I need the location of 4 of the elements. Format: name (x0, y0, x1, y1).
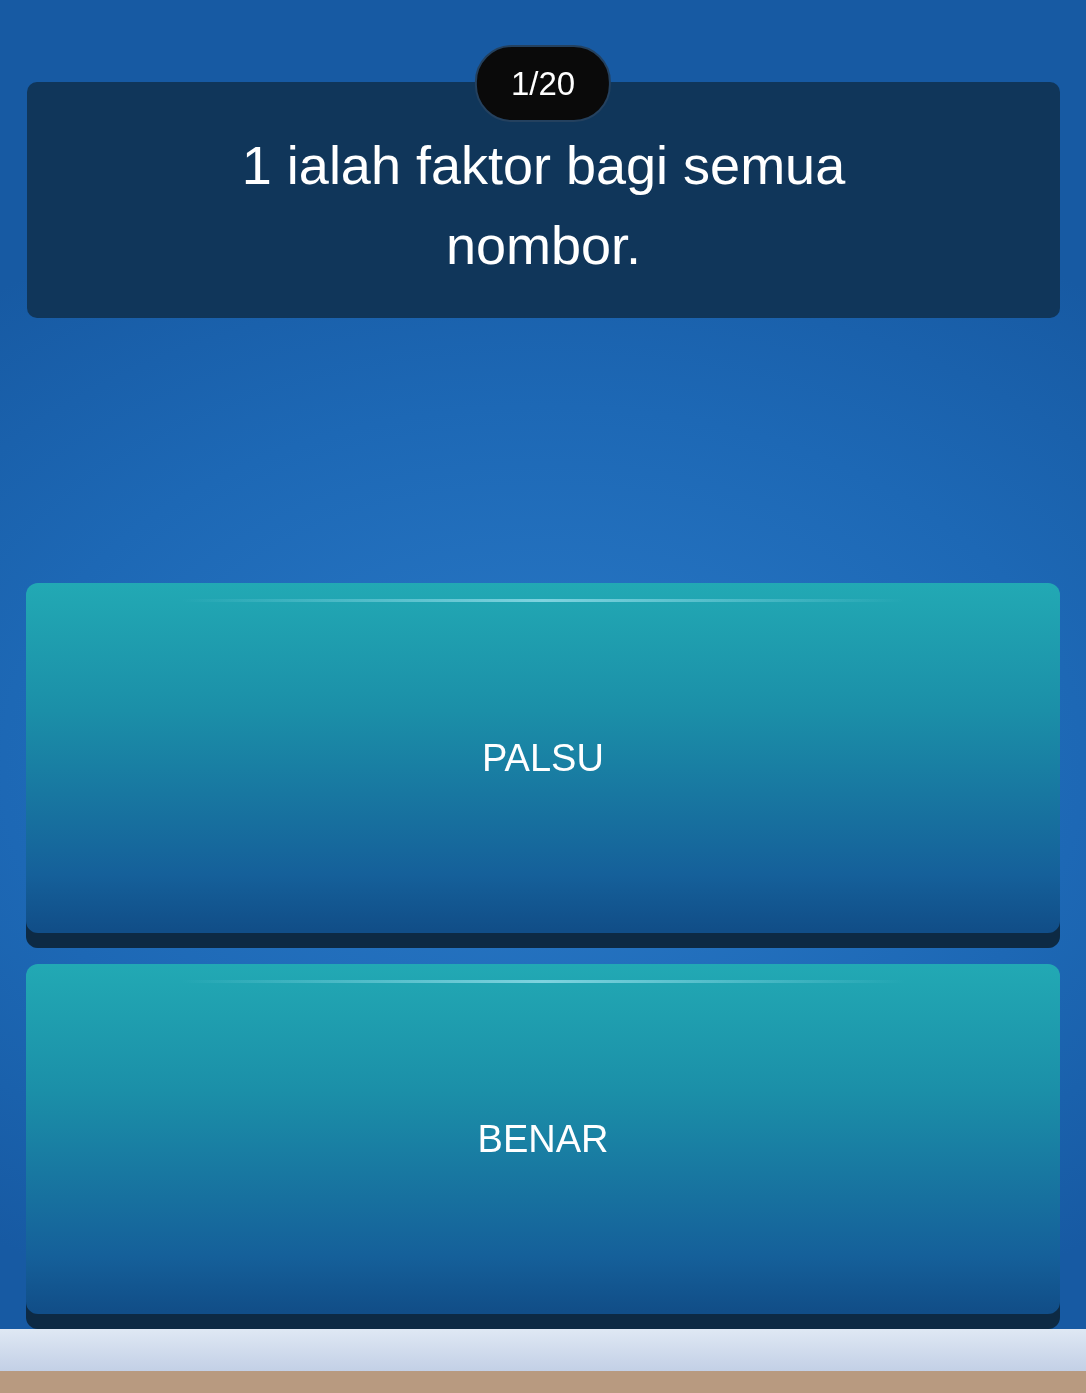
question-text: 1 ialah faktor bagi semua nombor. (240, 134, 847, 277)
question-counter: 1/20 (474, 45, 612, 122)
answer-button[interactable]: BENAR (26, 964, 1060, 1329)
answer-button[interactable]: PALSU (26, 583, 1060, 948)
